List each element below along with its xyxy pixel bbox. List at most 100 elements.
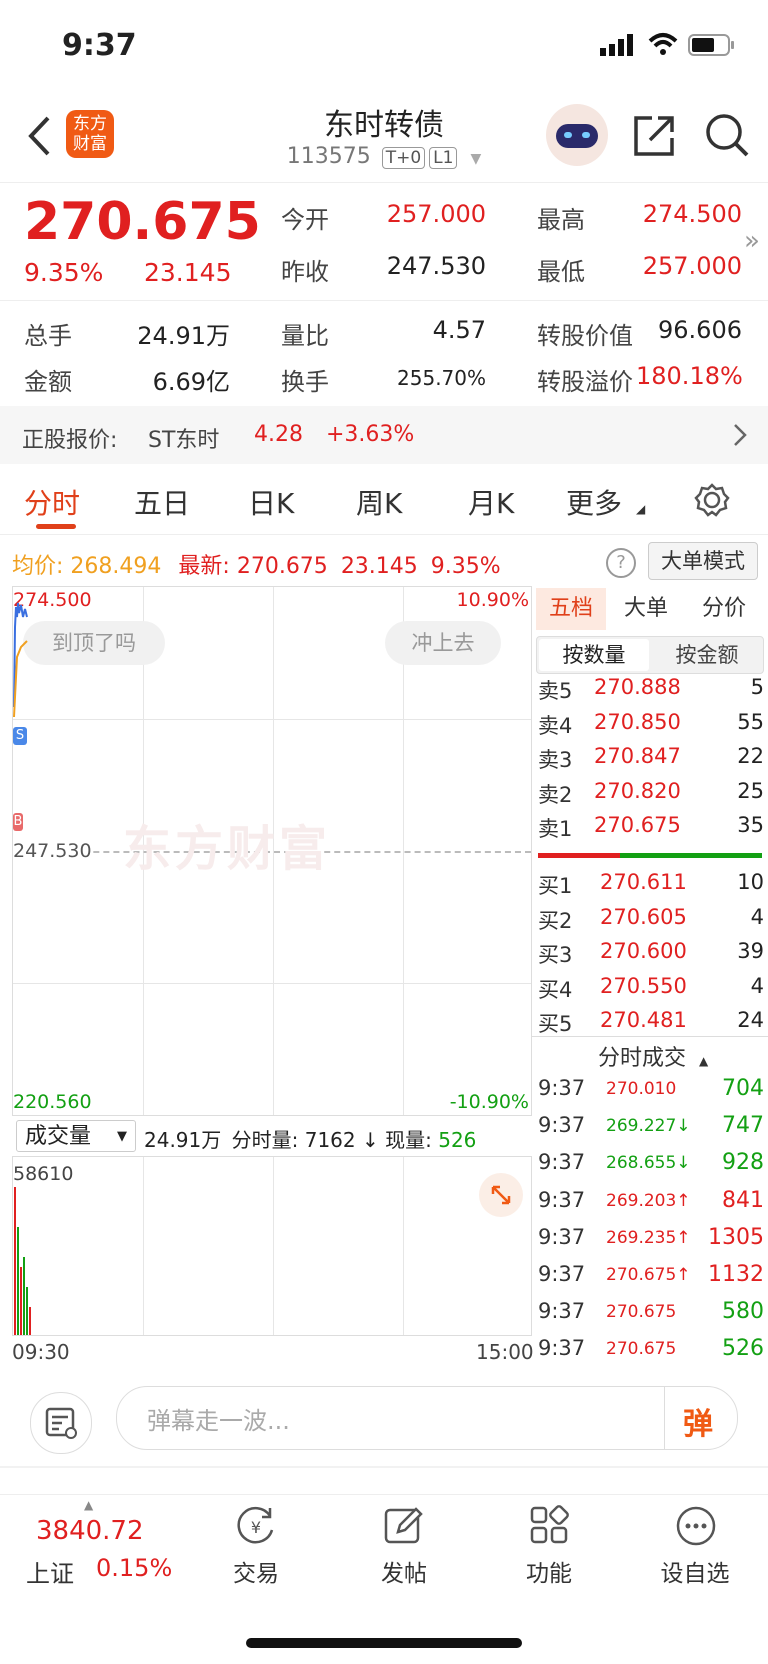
settings-gear-icon[interactable] [694,482,730,518]
trades-title[interactable]: 分时成交 ▲ [598,1040,708,1072]
trade-icon[interactable]: ¥ [234,1504,278,1548]
bid-level-row[interactable]: 买2 270.605 4 [538,905,764,939]
tab-five-day[interactable]: 五日 [134,482,190,522]
trade-tick-row: 9:37 270.675 526 [538,1336,764,1373]
tab-five-levels[interactable]: 五档 [536,588,606,630]
axis-start-time: 09:30 [12,1340,70,1364]
minute-volume: 7162 [304,1128,356,1152]
chart-mid-price: 247.530 [13,840,92,862]
trade-tick-row: 9:37 269.227↓ 747 [538,1113,764,1150]
chart-bottom-pct: -10.90% [449,1091,529,1113]
trade-price: 269.227↓ [606,1116,691,1137]
trade-tick-row: 9:37 270.675↑ 1132 [538,1262,764,1299]
underlying-stock-bar[interactable]: 正股报价: ST东时 4.28 +3.63% [0,406,768,464]
search-icon[interactable] [704,112,750,158]
prev-close-value: 247.530 [386,252,486,280]
functions-button[interactable]: 功能 [494,1554,604,1588]
home-indicator[interactable] [246,1638,522,1648]
trade-qty: 704 [722,1076,764,1101]
tab-intraday[interactable]: 分时 [24,482,80,522]
bid-level-row[interactable]: 买1 270.611 10 [538,870,764,904]
ask-level-row[interactable]: 卖4 270.850 55 [538,710,764,744]
ask-level-row[interactable]: 卖5 270.888 5 [538,675,764,709]
collapse-caret-icon: ▲ [699,1054,709,1068]
add-watchlist-button[interactable]: 设自选 [640,1554,750,1588]
tab-monthly-k[interactable]: 月K [468,482,514,522]
bid-level-qty: 10 [737,870,764,894]
trade-price: 270.675 [606,1339,677,1360]
ask-level-row[interactable]: 卖3 270.847 22 [538,744,764,778]
stock-header: 东方财富 东时转债 113575 T+0 L1 ▼ [0,92,768,183]
price-line [13,602,28,718]
expand-chart-icon[interactable] [479,1173,523,1217]
tab-daily-k[interactable]: 日K [248,482,294,522]
bid-level-row[interactable]: 买4 270.550 4 [538,974,764,1008]
tab-price-dist[interactable]: 分价 [702,588,746,630]
trade-qty: 580 [722,1299,764,1325]
buy-marker-icon[interactable]: B [13,813,23,831]
t0-tag: T+0 [381,147,426,169]
danmu-send-button[interactable]: 弹 [664,1387,737,1449]
functions-icon[interactable] [528,1504,572,1548]
danmu-input[interactable]: 弹幕走一波... 弹 [116,1386,738,1450]
trade-time: 9:37 [538,1224,586,1249]
bid-level-price: 270.481 [600,1008,687,1032]
danmu-settings-icon[interactable] [30,1392,92,1454]
conv-value-value: 96.606 [658,316,742,344]
subtab-by-qty[interactable]: 按数量 [539,639,649,671]
index-value[interactable]: 3840.72 [36,1516,144,1546]
trade-button[interactable]: 交易 [201,1554,311,1588]
trade-tick-row: 9:37 268.655↓ 928 [538,1150,764,1187]
trade-price: 268.655↓ [606,1153,691,1174]
tab-more[interactable]: 更多 [566,482,622,522]
tab-weekly-k[interactable]: 周K [356,482,402,522]
caret-down-icon[interactable]: ▼ [470,151,481,167]
bid-ask-ratio-bar [538,853,762,858]
current-volume: 526 [438,1128,477,1152]
intraday-price-chart[interactable]: 东方财富 274.500 10.90% 247.530 220.560 -10.… [12,586,532,1116]
volume-chart[interactable]: 58610 [12,1156,532,1336]
ask-level-row[interactable]: 卖1 270.675 35 [538,813,764,847]
volume-value: 24.91万 [137,322,230,350]
trade-time: 9:37 [538,1299,586,1324]
bid-level-name: 买2 [538,908,573,933]
vol-ratio-value: 4.57 [432,316,486,344]
post-icon[interactable] [382,1504,426,1548]
trade-time: 9:37 [538,1113,586,1138]
trade-tick-row: 9:37 270.675 580 [538,1299,764,1336]
help-icon[interactable]: ? [606,548,636,578]
share-icon[interactable] [632,114,676,158]
index-expand-icon[interactable]: ▲ [84,1498,93,1512]
trade-time: 9:37 [538,1187,586,1212]
subtab-by-amount[interactable]: 按金额 [653,639,761,671]
ask-level-price: 270.850 [594,709,681,734]
turnover-value: 255.70% [397,366,486,390]
orderbook-subtabs: 按数量 按金额 [536,636,764,674]
tab-big-orders[interactable]: 大单 [624,588,668,630]
trade-tick-row: 9:37 270.010 704 [538,1076,764,1113]
bid-level-row[interactable]: 买3 270.600 39 [538,939,764,973]
high-label: 最高 [537,206,585,234]
volume-info: 24.91万 分时量: 7162 ↓ 现量: 526 [144,1124,476,1153]
sell-marker-icon[interactable]: S [13,727,27,745]
premium-value: 180.18% [636,362,743,390]
expand-right-icon[interactable]: » [744,226,760,256]
status-time: 9:37 [62,28,137,63]
index-name: 上证 [26,1560,74,1588]
trade-tick-row: 9:37 269.203↑ 841 [538,1188,764,1225]
indicator-selector[interactable]: 成交量 ▼ [16,1120,136,1152]
ask-level-row[interactable]: 卖2 270.820 25 [538,779,764,813]
trade-time: 9:37 [538,1076,586,1100]
bid-level-price: 270.605 [600,904,687,929]
volume-label: 总手 [24,322,72,350]
post-button[interactable]: 发帖 [349,1554,459,1588]
trade-qty: 841 [722,1187,764,1213]
add-watchlist-icon[interactable] [674,1504,718,1548]
chart-bottom-price: 220.560 [13,1091,92,1113]
robot-assistant-icon[interactable] [546,104,608,166]
down-arrow-icon: ↓ [362,1128,379,1152]
big-order-mode-button[interactable]: 大单模式 [648,542,758,580]
l1-tag[interactable]: L1 [429,147,458,169]
chevron-right-icon [734,424,747,446]
trade-time: 9:37 [538,1336,586,1361]
